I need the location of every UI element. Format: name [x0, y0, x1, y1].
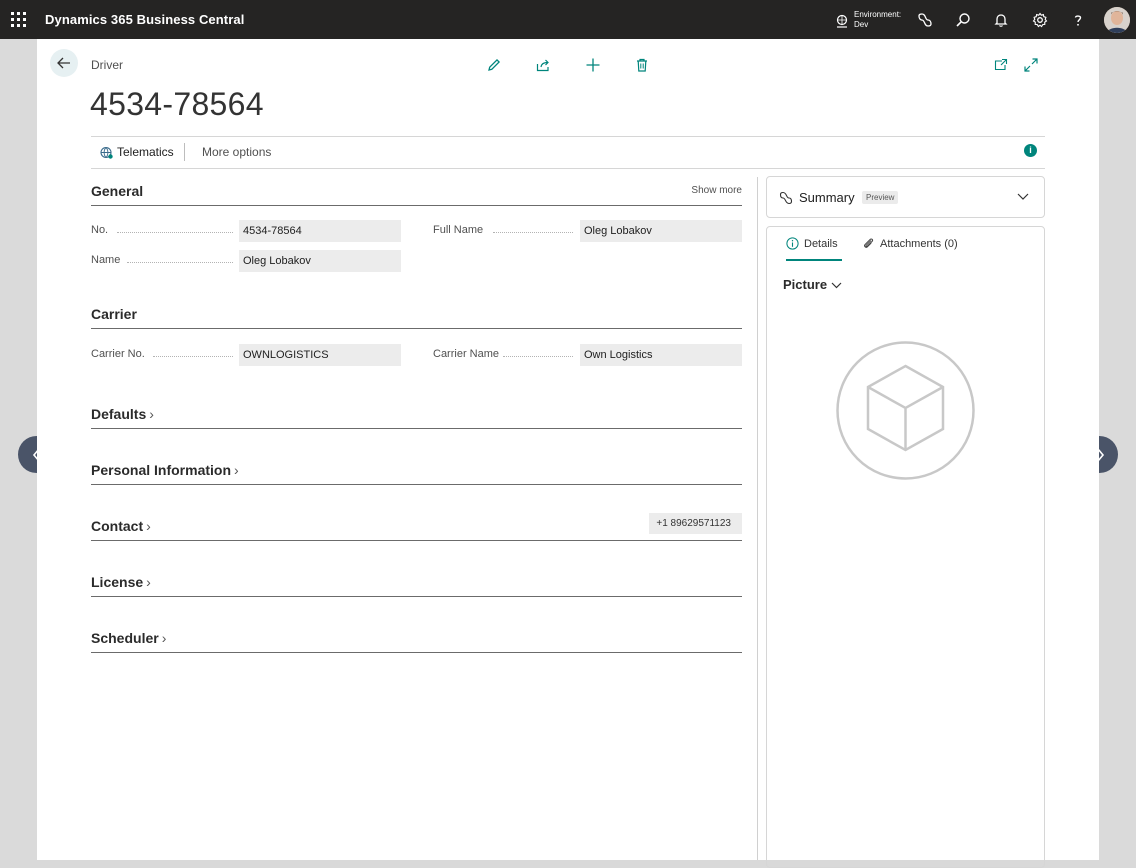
tab-details[interactable]: Details — [786, 237, 838, 250]
show-more-link[interactable]: Show more — [691, 185, 742, 196]
summary-card[interactable]: Summary Preview — [766, 176, 1045, 218]
settings-gear-icon[interactable] — [1030, 10, 1050, 30]
carrier-name-label: Carrier Name — [433, 348, 500, 360]
no-field[interactable]: 4534-78564 — [239, 220, 401, 242]
section-scheduler[interactable]: Scheduler › — [91, 630, 742, 653]
factbox-divider — [757, 177, 758, 860]
carrier-name-leader-dots — [503, 355, 573, 357]
factbox-pane: Details Attachments (0) Picture — [766, 226, 1045, 868]
top-bar: Dynamics 365 Business Central Environmen… — [0, 0, 1136, 39]
delete-button[interactable] — [631, 54, 653, 76]
chevron-right-icon: › — [146, 574, 151, 590]
expand-button[interactable] — [1020, 54, 1042, 76]
breadcrumb: Driver — [91, 58, 123, 72]
section-contact-title: Contact — [91, 518, 144, 534]
page-title: 4534-78564 — [90, 86, 264, 122]
paperclip-icon — [864, 238, 874, 248]
picture-heading[interactable]: Picture — [783, 277, 842, 292]
new-record-button[interactable] — [582, 54, 604, 76]
section-scheduler-title: Scheduler — [91, 630, 159, 646]
user-avatar[interactable] — [1104, 7, 1130, 33]
telematics-icon — [100, 146, 113, 159]
carrier-name-field[interactable]: Own Logistics — [580, 344, 742, 366]
name-field[interactable]: Oleg Lobakov — [239, 250, 401, 272]
chevron-right-icon: › — [161, 630, 167, 646]
trash-icon — [637, 58, 647, 72]
share-button[interactable] — [532, 54, 554, 76]
telematics-action[interactable]: Telematics — [100, 145, 174, 159]
open-new-window-button[interactable] — [990, 54, 1012, 76]
app-launcher-icon[interactable] — [11, 12, 26, 27]
expand-icon — [1024, 58, 1038, 72]
contact-phone-value[interactable]: +1 89629571123 — [649, 513, 742, 534]
info-outline-icon — [786, 237, 799, 250]
environment-icon — [836, 14, 848, 28]
carrier-no-label: Carrier No. — [91, 348, 145, 360]
section-carrier: Carrier — [91, 306, 742, 329]
picture-placeholder-icon[interactable] — [836, 341, 975, 480]
open-in-new-window-icon — [994, 58, 1008, 71]
carrier-no-field[interactable]: OWNLOGISTICS — [239, 344, 401, 366]
chevron-right-icon: › — [234, 462, 239, 478]
chevron-right-icon: › — [149, 406, 154, 422]
summary-title: Summary — [799, 190, 855, 205]
more-options-button[interactable]: More options — [202, 145, 271, 159]
full-name-leader-dots — [493, 231, 573, 233]
tab-attachments-label: Attachments (0) — [880, 237, 958, 250]
section-defaults-title: Defaults — [91, 406, 147, 422]
name-label: Name — [91, 254, 121, 266]
search-icon[interactable] — [953, 10, 973, 30]
environment-name: Dev — [854, 20, 869, 29]
plus-icon — [586, 58, 600, 72]
section-general-title[interactable]: General — [91, 183, 143, 199]
name-leader-dots — [127, 261, 233, 263]
tab-active-indicator — [786, 259, 842, 261]
chevron-right-icon: › — [146, 518, 151, 534]
chevron-down-icon — [831, 282, 842, 289]
copilot-summary-icon — [779, 191, 793, 205]
preview-badge: Preview — [862, 191, 899, 204]
chevron-down-icon[interactable] — [1017, 193, 1029, 201]
section-license[interactable]: License › — [91, 574, 742, 597]
telematics-label: Telematics — [117, 145, 174, 159]
section-defaults[interactable]: Defaults › — [91, 406, 742, 429]
no-leader-dots — [117, 231, 233, 233]
back-button[interactable] — [50, 49, 78, 77]
tab-details-label: Details — [804, 237, 838, 250]
full-name-field[interactable]: Oleg Lobakov — [580, 220, 742, 242]
environment-indicator[interactable]: Environment: Dev — [833, 8, 913, 32]
section-general: General Show more — [91, 183, 742, 206]
copilot-icon[interactable] — [915, 10, 935, 30]
section-personal-information-title: Personal Information — [91, 462, 232, 478]
section-personal-information[interactable]: Personal Information › — [91, 462, 742, 485]
edit-button[interactable] — [483, 54, 505, 76]
action-bar: Telematics More options i — [91, 136, 1045, 169]
info-icon[interactable]: i — [1024, 144, 1037, 157]
action-separator — [184, 143, 185, 161]
arrow-left-icon — [57, 57, 70, 69]
no-label: No. — [91, 224, 109, 236]
environment-label: Environment: — [854, 10, 902, 19]
full-name-label: Full Name — [433, 224, 484, 236]
app-name[interactable]: Dynamics 365 Business Central — [45, 12, 244, 27]
share-icon — [536, 59, 549, 72]
carrier-no-leader-dots — [153, 355, 233, 357]
tab-attachments[interactable]: Attachments (0) — [862, 237, 958, 250]
section-carrier-title[interactable]: Carrier — [91, 306, 137, 322]
section-license-title: License — [91, 574, 144, 590]
section-contact[interactable]: Contact › — [91, 518, 742, 541]
notifications-bell-icon[interactable] — [991, 10, 1011, 30]
help-icon[interactable] — [1068, 10, 1088, 30]
pencil-icon — [488, 58, 501, 71]
environment-text: Environment: Dev — [854, 10, 901, 30]
picture-title: Picture — [783, 277, 828, 292]
